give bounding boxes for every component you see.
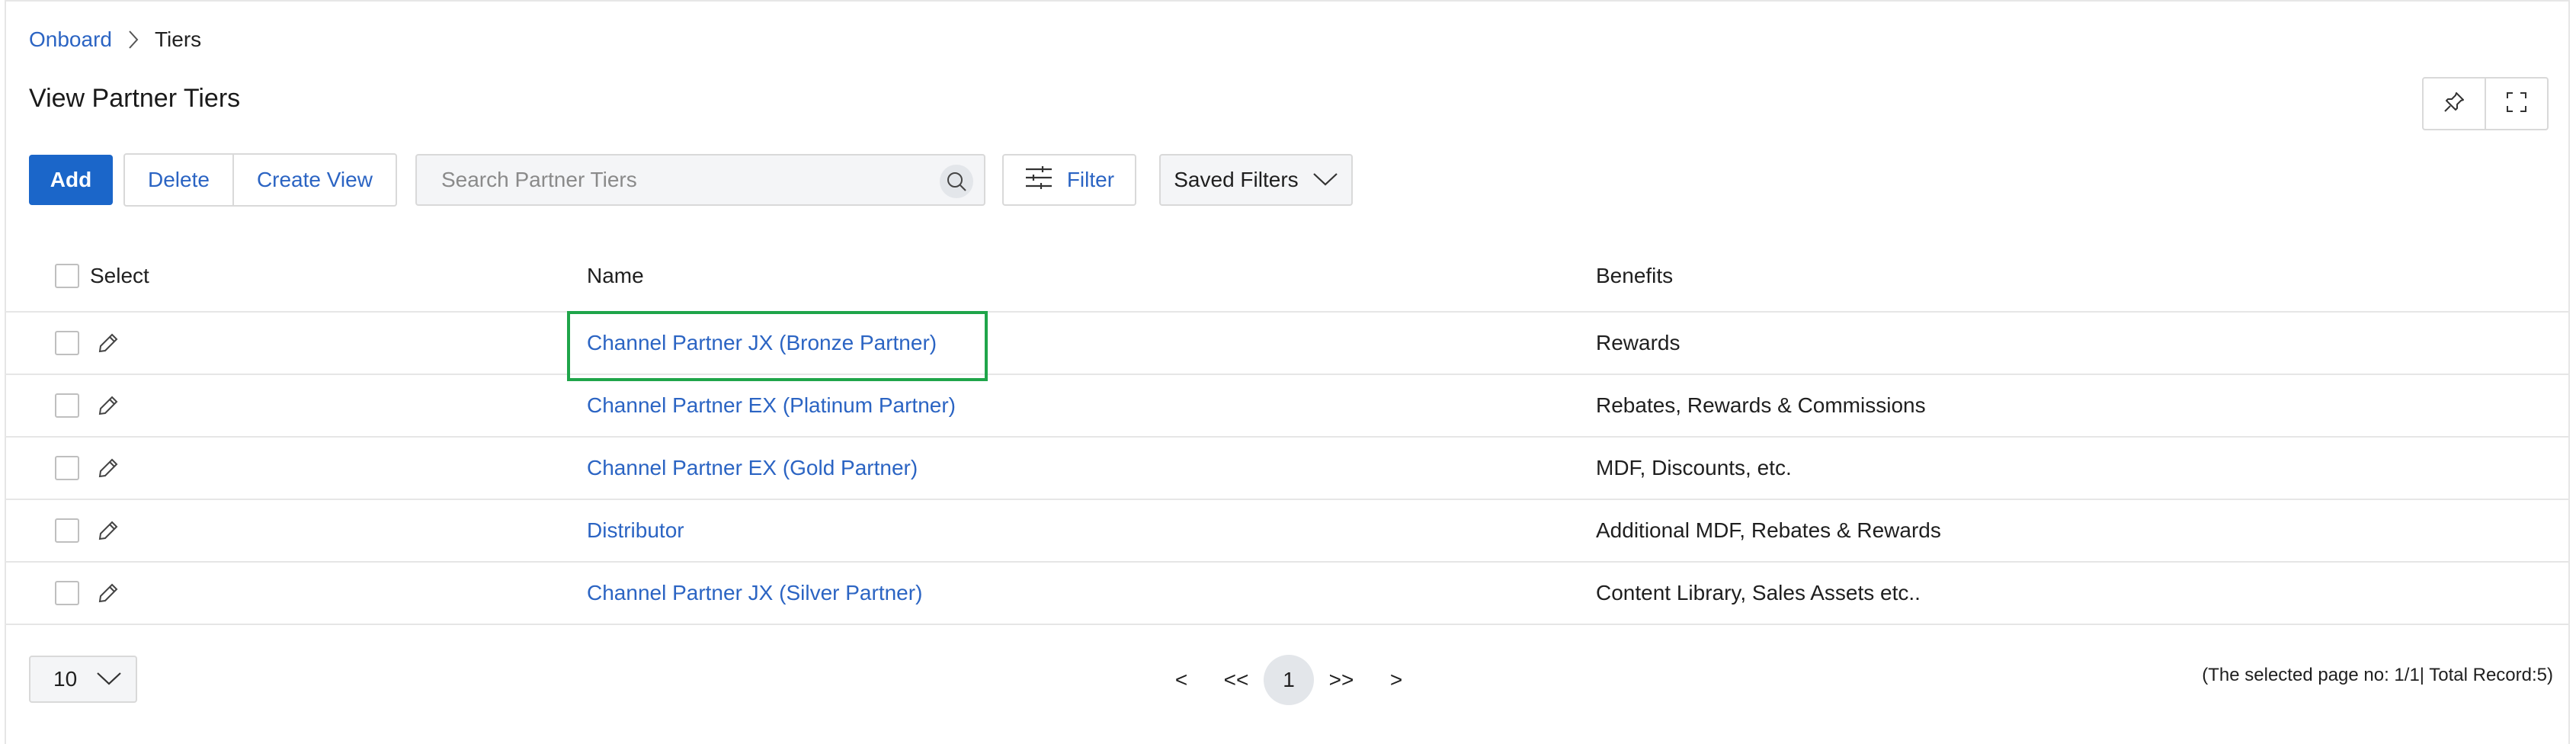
pin-icon — [2442, 90, 2466, 118]
row-actions-cell — [55, 500, 123, 561]
create-view-button[interactable]: Create View — [232, 155, 396, 205]
expand-icon — [2504, 90, 2529, 118]
action-button-group: Delete Create View — [123, 153, 397, 207]
breadcrumb-onboard-link[interactable]: Onboard — [29, 27, 112, 52]
page-actions — [2422, 77, 2549, 130]
current-page-button[interactable]: 1 — [1264, 655, 1314, 705]
pagination: < << 1 >> > — [1154, 654, 1424, 706]
select-all-checkbox[interactable] — [55, 264, 79, 288]
page-info: (The selected page no: 1/1| Total Record… — [2202, 665, 2553, 685]
search-icon[interactable] — [939, 165, 973, 198]
saved-filters-dropdown[interactable]: Saved Filters — [1158, 154, 1353, 206]
tier-benefits: Rewards — [1596, 331, 1680, 354]
pin-button[interactable] — [2424, 79, 2485, 129]
pencil-icon[interactable] — [93, 578, 123, 608]
tier-benefits: Additional MDF, Rebates & Rewards — [1596, 518, 1941, 542]
table-row: Channel Partner EX (Gold Partner) MDF, D… — [6, 438, 2570, 500]
table-row: Distributor Additional MDF, Rebates & Re… — [6, 500, 2570, 563]
last-page-button[interactable]: >> — [1314, 668, 1369, 692]
tier-benefits: Content Library, Sales Assets etc.. — [1596, 581, 1921, 604]
chevron-down-icon — [96, 667, 122, 691]
saved-filters-label: Saved Filters — [1174, 168, 1299, 191]
toolbar: Add Delete Create View Filter Saved Filt… — [29, 153, 1353, 207]
chevron-right-icon — [112, 24, 155, 55]
search-input[interactable] — [439, 167, 931, 193]
pencil-icon[interactable] — [93, 390, 123, 421]
next-page-button[interactable]: > — [1369, 668, 1424, 692]
name-column-header: Name — [587, 264, 644, 287]
tier-name-link[interactable]: Channel Partner EX (Gold Partner) — [587, 438, 918, 499]
table-header-row: Select Name Benefits — [6, 241, 2570, 313]
sliders-icon — [1024, 165, 1053, 196]
tier-name-link[interactable]: Channel Partner EX (Platinum Partner) — [587, 375, 956, 436]
row-checkbox[interactable] — [55, 518, 79, 543]
table-row: Channel Partner JX (Silver Partner) Cont… — [6, 563, 2570, 625]
row-actions-cell — [55, 563, 123, 624]
row-checkbox[interactable] — [55, 456, 79, 480]
breadcrumb-current: Tiers — [154, 27, 202, 51]
benefits-column-header: Benefits — [1596, 264, 1674, 287]
select-header-cell: Select — [55, 241, 149, 311]
row-actions-cell — [55, 438, 123, 499]
chevron-down-icon — [1312, 168, 1338, 192]
table-row: Channel Partner EX (Platinum Partner) Re… — [6, 375, 2570, 438]
row-checkbox[interactable] — [55, 331, 79, 355]
tier-benefits: MDF, Discounts, etc. — [1596, 456, 1792, 479]
table-row: Channel Partner JX (Bronze Partner) Rewa… — [6, 313, 2570, 375]
row-checkbox[interactable] — [55, 393, 79, 418]
pencil-icon[interactable] — [93, 328, 123, 358]
filter-label: Filter — [1066, 168, 1115, 191]
tier-name-link[interactable]: Distributor — [587, 500, 684, 561]
first-page-button[interactable]: << — [1209, 668, 1264, 692]
prev-page-button[interactable]: < — [1154, 668, 1209, 692]
page-size-value: 10 — [53, 667, 78, 691]
row-actions-cell — [55, 313, 123, 374]
tier-name-link[interactable]: Channel Partner JX (Silver Partner) — [587, 563, 922, 624]
breadcrumb: Onboard Tiers — [29, 24, 201, 55]
fullscreen-button[interactable] — [2485, 79, 2547, 129]
tier-name-link[interactable]: Channel Partner JX (Bronze Partner) — [587, 313, 937, 374]
row-checkbox[interactable] — [55, 581, 79, 605]
add-button[interactable]: Add — [29, 155, 113, 205]
search-box — [415, 154, 985, 206]
delete-button[interactable]: Delete — [125, 155, 232, 205]
select-column-header: Select — [90, 264, 149, 287]
pencil-icon[interactable] — [93, 453, 123, 483]
tier-benefits: Rebates, Rewards & Commissions — [1596, 393, 1926, 417]
partner-tiers-table: Select Name Benefits Channel Partner JX … — [6, 241, 2570, 625]
row-actions-cell — [55, 375, 123, 436]
page-size-select[interactable]: 10 — [29, 656, 137, 703]
page-title: View Partner Tiers — [29, 84, 241, 113]
filter-button[interactable]: Filter — [1001, 154, 1136, 206]
pencil-icon[interactable] — [93, 515, 123, 546]
